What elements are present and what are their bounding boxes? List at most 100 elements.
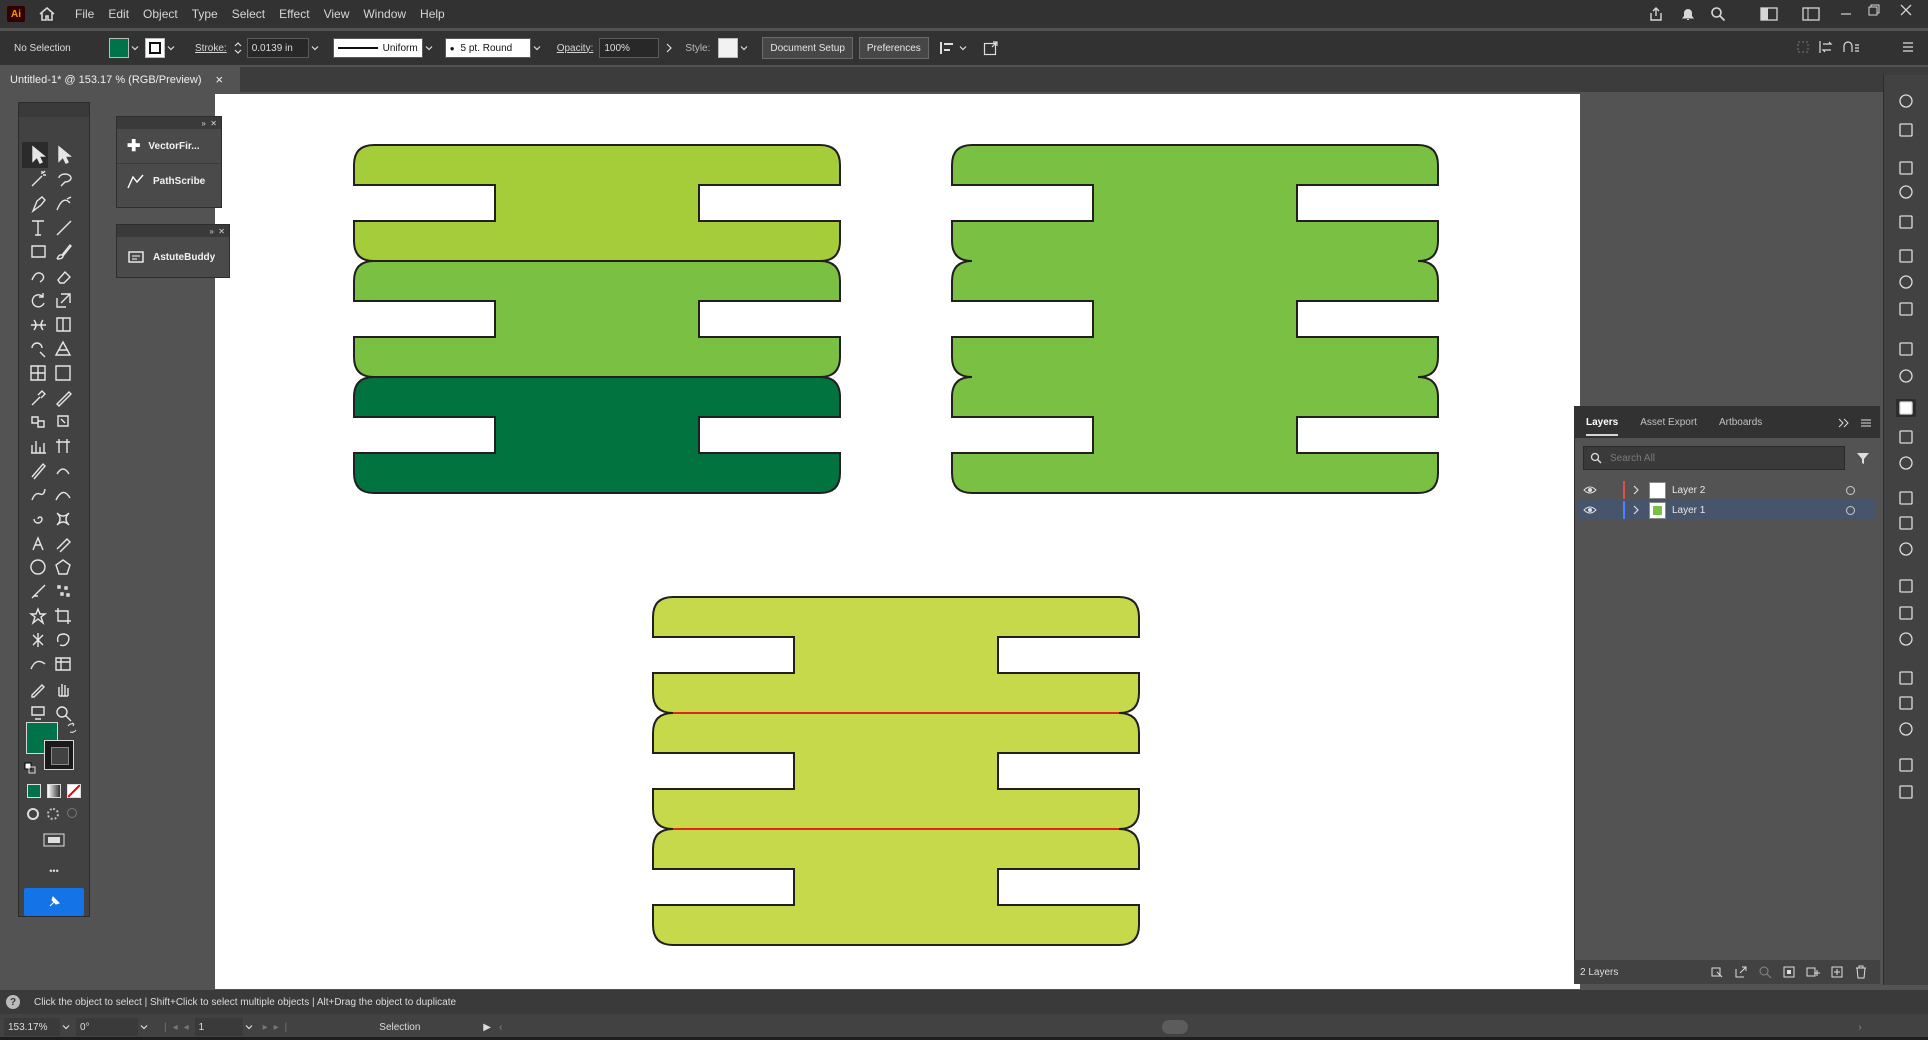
stroke-weight-field[interactable]: 0.0139 in <box>246 38 309 58</box>
transform-icon[interactable] <box>1796 40 1810 54</box>
slice-tool-icon[interactable] <box>27 459 49 481</box>
layer-name[interactable]: Layer 2 <box>1672 485 1705 496</box>
eraser-tool-icon[interactable] <box>52 265 74 287</box>
plugin-panel-1-header[interactable]: » ✕ <box>117 117 221 129</box>
chevron-down-icon[interactable] <box>311 44 319 52</box>
chevron-down-icon[interactable] <box>167 44 175 52</box>
swap-colors-icon[interactable] <box>66 722 78 734</box>
chevron-down-icon[interactable] <box>62 1023 70 1031</box>
connector-band-1[interactable] <box>353 144 841 262</box>
menu-effect[interactable]: Effect <box>279 7 309 21</box>
merged-connector-shape[interactable] <box>951 144 1439 494</box>
workspace-icon[interactable] <box>1760 7 1778 21</box>
path-options-icon[interactable] <box>1842 40 1860 54</box>
properties-icon[interactable] <box>1896 577 1916 595</box>
chevron-right-icon[interactable] <box>1631 485 1641 495</box>
eye-icon[interactable] <box>1583 505 1597 515</box>
more-tools-icon[interactable]: ••• <box>44 866 64 876</box>
isolate-icon[interactable] <box>983 40 999 56</box>
twirl-tool-icon[interactable] <box>27 508 49 530</box>
direct-selection-tool-icon[interactable] <box>52 143 74 165</box>
trash-icon[interactable] <box>1854 965 1868 979</box>
home-icon[interactable] <box>39 7 55 21</box>
eyedropper-tool-icon[interactable] <box>27 386 49 408</box>
magic-wand-tool-icon[interactable] <box>27 167 49 189</box>
control-bar-menu-icon[interactable] <box>1902 40 1914 54</box>
filter-icon[interactable] <box>1856 451 1870 465</box>
color-mode-icon[interactable] <box>27 784 41 798</box>
stepper-icon[interactable] <box>233 41 243 55</box>
document-tab[interactable]: Untitled-1* @ 153.17 % (RGB/Preview) × <box>0 67 240 92</box>
layer-search-input[interactable]: Search All <box>1583 446 1845 470</box>
scroll-right-icon[interactable]: › <box>1858 1022 1861 1033</box>
gradient-mode-icon[interactable] <box>47 784 61 798</box>
artboard-tool-icon[interactable] <box>52 435 74 457</box>
gradient-tool-icon[interactable] <box>52 362 74 384</box>
chevron-down-icon[interactable] <box>533 44 541 52</box>
symbols-icon[interactable] <box>1896 213 1916 231</box>
none-mode-icon[interactable] <box>67 784 81 798</box>
shaper-tool-icon[interactable] <box>27 265 49 287</box>
pathfinder-icon[interactable] <box>1896 720 1916 738</box>
share-icon[interactable] <box>1648 6 1664 22</box>
minimize-icon[interactable] <box>1840 8 1852 20</box>
fill-swatch[interactable] <box>109 38 129 58</box>
blob-brush-tool-icon[interactable] <box>27 483 49 505</box>
layers-icon[interactable] <box>1896 399 1916 417</box>
flip-icon[interactable] <box>1818 40 1834 54</box>
tab-artboards[interactable]: Artboards <box>1719 417 1762 428</box>
artboard-nav-prev[interactable]: |◂◂ <box>164 1022 195 1033</box>
path-eraser-tool-icon[interactable] <box>52 532 74 554</box>
anchor-tool-icon[interactable] <box>27 532 49 554</box>
locate-object-icon[interactable] <box>1758 965 1772 979</box>
target-icon[interactable] <box>1846 505 1855 515</box>
search-icon[interactable] <box>1710 6 1726 22</box>
zoom-field[interactable]: 153.17% <box>4 1018 60 1036</box>
paragraph-icon[interactable] <box>1896 514 1916 532</box>
menu-edit[interactable]: Edit <box>108 7 129 21</box>
brushes-icon[interactable] <box>1896 183 1916 201</box>
asset-export-icon[interactable] <box>1896 428 1916 446</box>
close-tab-icon[interactable]: × <box>216 72 224 87</box>
rectangle-tool-icon[interactable] <box>27 240 49 262</box>
paintbrush-tool-icon[interactable] <box>52 240 74 262</box>
collapse-panel-icon[interactable] <box>1838 418 1850 428</box>
measure-tool-icon[interactable] <box>52 386 74 408</box>
chevron-down-icon[interactable] <box>959 44 967 52</box>
opacity-field[interactable]: 100% <box>599 38 660 58</box>
stacked-connector-shape[interactable] <box>353 144 841 494</box>
vectorfirst-item[interactable]: ✚ VectorFir... <box>117 129 221 163</box>
crop-tool-icon[interactable] <box>52 605 74 627</box>
stroke-icon[interactable] <box>1896 247 1916 265</box>
curvature-tool-icon[interactable] <box>52 192 74 214</box>
target-icon[interactable] <box>1846 485 1855 495</box>
restore-icon[interactable] <box>1868 4 1880 16</box>
puppet-warp-tool-icon[interactable] <box>27 629 49 651</box>
print-tiling-tool-icon[interactable] <box>27 702 49 724</box>
hand-tool-icon[interactable] <box>52 678 74 700</box>
preferences-button[interactable]: Preferences <box>858 37 929 59</box>
star-tool-icon[interactable] <box>27 605 49 627</box>
menu-object[interactable]: Object <box>143 7 178 21</box>
graph-tool-icon[interactable] <box>27 435 49 457</box>
color-guide-icon[interactable] <box>1896 121 1916 139</box>
layer-row-2[interactable]: Layer 2 <box>1577 480 1875 500</box>
scroll-left-icon[interactable]: ‹ <box>499 1022 502 1033</box>
gradient-icon[interactable] <box>1896 273 1916 291</box>
pucker-tool-icon[interactable] <box>52 508 74 530</box>
screen-mode-icon[interactable] <box>43 832 65 848</box>
rotation-field[interactable]: 0° <box>76 1018 138 1036</box>
chevron-down-icon[interactable] <box>740 44 748 52</box>
tab-layers[interactable]: Layers <box>1586 417 1619 436</box>
chevron-down-icon[interactable] <box>131 44 139 52</box>
live-paint-tool-icon[interactable] <box>52 410 74 432</box>
astutebuddy-item[interactable]: AstuteBuddy <box>117 237 229 277</box>
plugin-panel-2-header[interactable]: » ✕ <box>117 225 229 237</box>
merged-connector-outline[interactable] <box>951 144 1439 494</box>
scale-tool-icon[interactable] <box>52 289 74 311</box>
align-icon[interactable] <box>939 40 957 56</box>
chevron-down-icon[interactable] <box>425 44 433 52</box>
artboard[interactable] <box>215 94 1580 989</box>
brush-definition[interactable]: ● 5 pt. Round <box>444 38 531 58</box>
draw-inside-icon[interactable] <box>67 808 77 818</box>
